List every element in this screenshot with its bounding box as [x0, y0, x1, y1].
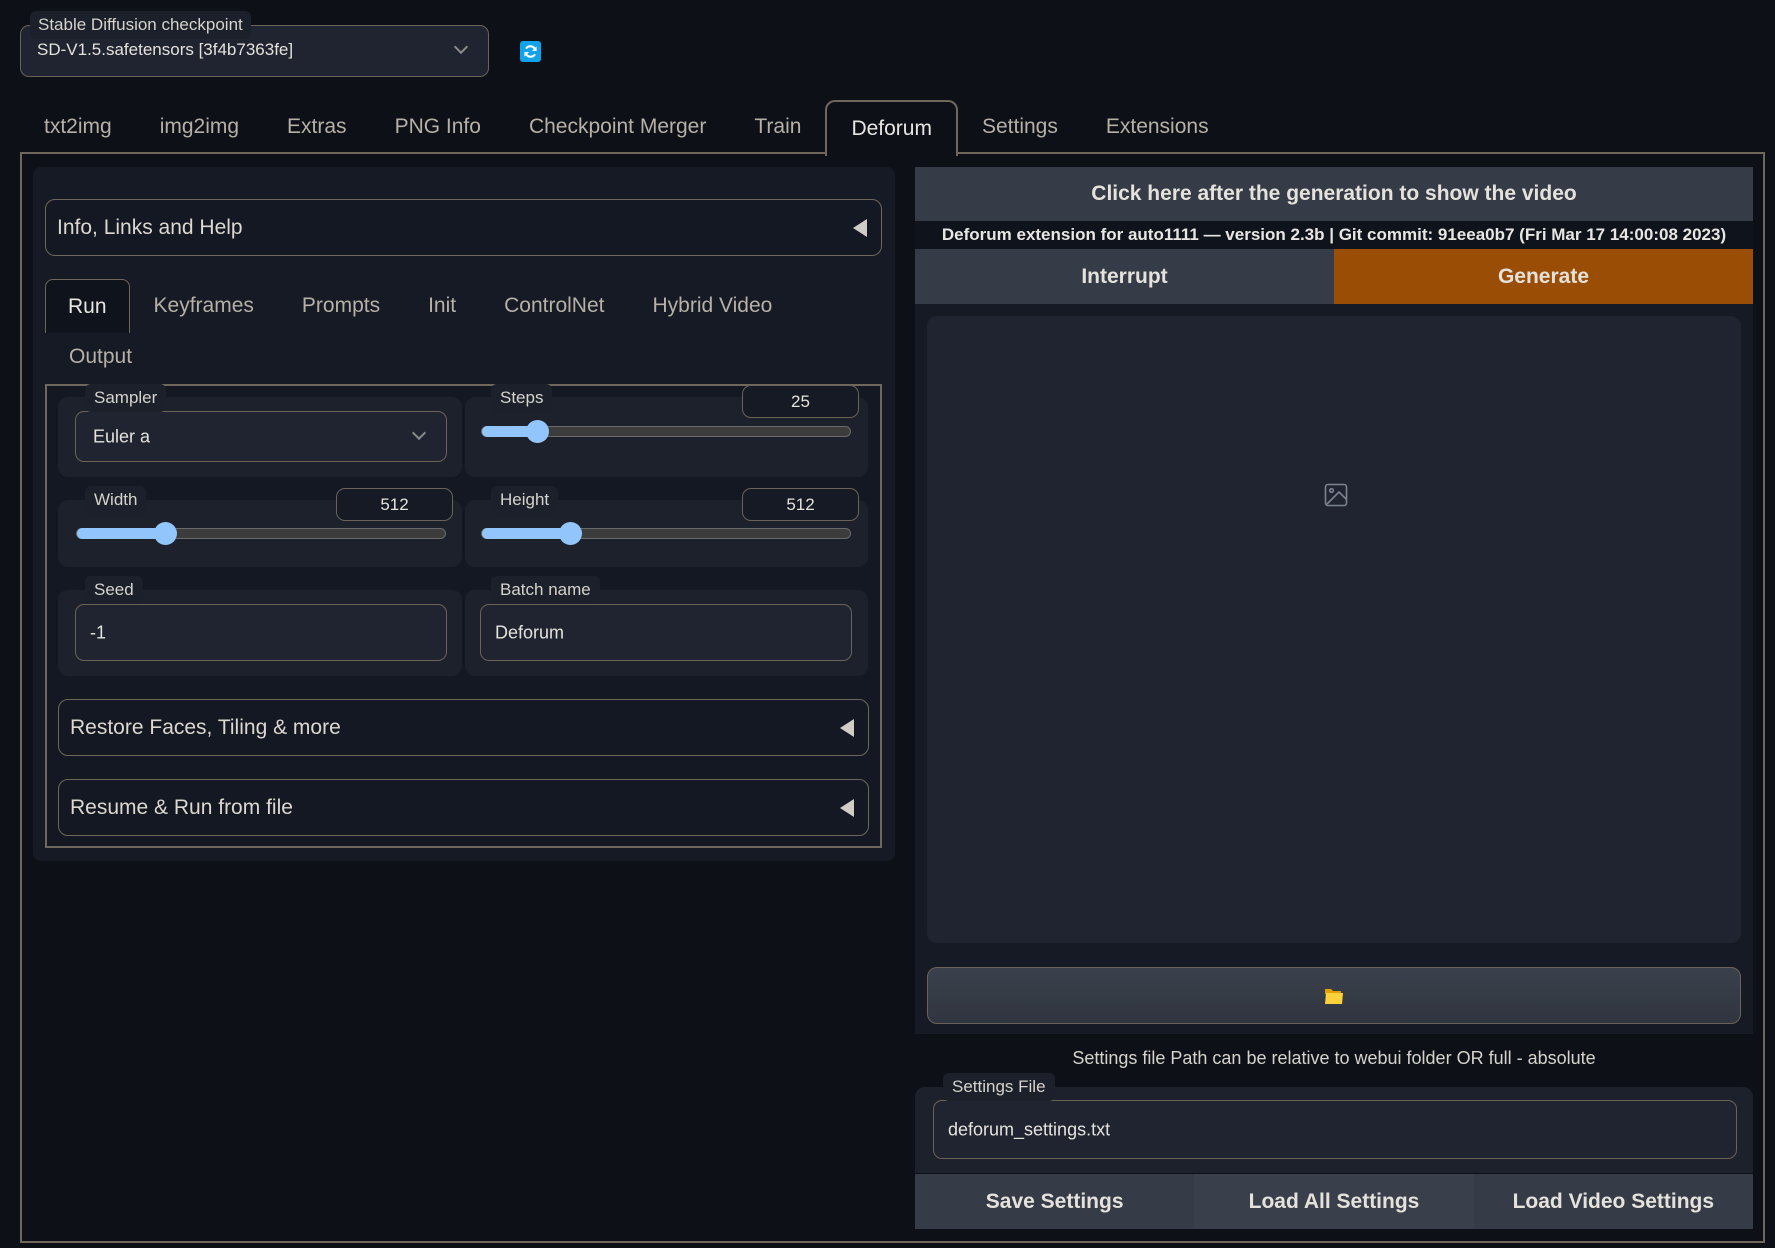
load-video-settings-button[interactable]: Load Video Settings: [1473, 1174, 1753, 1229]
collapse-triangle-icon: [853, 218, 867, 237]
accordion-label: Info, Links and Help: [57, 215, 243, 239]
tab-png-info[interactable]: PNG Info: [371, 100, 505, 154]
subtab-init[interactable]: Init: [404, 279, 480, 333]
action-buttons: Interrupt Generate: [915, 249, 1753, 304]
refresh-button[interactable]: [520, 41, 541, 62]
open-folder-button[interactable]: [927, 967, 1741, 1024]
tab-deforum[interactable]: Deforum: [825, 100, 958, 156]
subtab-keyframes[interactable]: Keyframes: [130, 279, 278, 333]
chevron-down-icon: [453, 39, 469, 55]
width-slider-fill: [77, 528, 166, 539]
info-links-help-accordion[interactable]: Info, Links and Help: [45, 199, 882, 256]
resume-run-accordion[interactable]: Resume & Run from file: [58, 779, 869, 836]
tab-txt2img[interactable]: txt2img: [20, 100, 136, 154]
checkpoint-value: SD-V1.5.safetensors [3f4b7363fe]: [37, 40, 294, 59]
image-icon: [1324, 483, 1348, 507]
steps-label: Steps: [491, 384, 553, 412]
load-all-settings-button[interactable]: Load All Settings: [1194, 1174, 1474, 1229]
show-video-button[interactable]: Click here after the generation to show …: [915, 167, 1753, 221]
interrupt-button[interactable]: Interrupt: [915, 249, 1334, 304]
tab-train[interactable]: Train: [730, 100, 825, 154]
output-image-area[interactable]: [927, 316, 1741, 943]
main-tabs: txt2img img2img Extras PNG Info Checkpoi…: [20, 100, 1233, 156]
batch-name-label: Batch name: [491, 576, 600, 604]
steps-number-input[interactable]: 25: [742, 385, 859, 418]
version-info: Deforum extension for auto1111 — version…: [915, 221, 1753, 249]
settings-buttons: Save Settings Load All Settings Load Vid…: [915, 1174, 1753, 1229]
settings-file-label: Settings File: [943, 1073, 1055, 1101]
subtab-output[interactable]: Output: [45, 333, 156, 381]
seed-label: Seed: [85, 576, 143, 604]
collapse-triangle-icon: [840, 718, 854, 737]
refresh-icon: [524, 45, 537, 58]
seed-input[interactable]: -1: [75, 604, 447, 661]
sampler-label: Sampler: [85, 384, 167, 412]
height-slider-fill: [482, 528, 571, 539]
subtab-run[interactable]: Run: [45, 279, 130, 333]
chevron-down-icon: [411, 425, 427, 441]
width-slider[interactable]: [76, 522, 446, 545]
accordion-label: Resume & Run from file: [70, 795, 293, 819]
tab-img2img[interactable]: img2img: [136, 100, 263, 154]
width-label: Width: [85, 486, 147, 514]
settings-file-value: deforum_settings.txt: [948, 1119, 1111, 1139]
tab-extensions[interactable]: Extensions: [1082, 100, 1233, 154]
batch-name-input[interactable]: Deforum: [480, 604, 852, 661]
deforum-subtabs: Run Keyframes Prompts Init ControlNet Hy…: [45, 279, 796, 333]
subtab-prompts[interactable]: Prompts: [278, 279, 404, 333]
sampler-value: Euler a: [93, 426, 151, 446]
height-label: Height: [491, 486, 559, 514]
folder-icon: [1325, 988, 1343, 1004]
subtab-controlnet[interactable]: ControlNet: [480, 279, 628, 333]
height-number-input[interactable]: 512: [742, 488, 859, 521]
save-settings-button[interactable]: Save Settings: [915, 1174, 1195, 1229]
tab-checkpoint-merger[interactable]: Checkpoint Merger: [505, 100, 730, 154]
tab-extras[interactable]: Extras: [263, 100, 371, 154]
settings-file-input[interactable]: deforum_settings.txt: [933, 1100, 1737, 1159]
seed-value: -1: [90, 622, 107, 642]
restore-faces-accordion[interactable]: Restore Faces, Tiling & more: [58, 699, 869, 756]
height-slider[interactable]: [481, 522, 851, 545]
generate-button[interactable]: Generate: [1334, 249, 1753, 304]
accordion-label: Restore Faces, Tiling & more: [70, 715, 341, 739]
collapse-triangle-icon: [840, 798, 854, 817]
settings-path-hint: Settings file Path can be relative to we…: [1072, 1048, 1596, 1068]
sampler-dropdown[interactable]: Euler a: [75, 411, 447, 462]
subtab-hybrid-video[interactable]: Hybrid Video: [629, 279, 797, 333]
batch-name-value: Deforum: [495, 622, 565, 642]
deforum-subtabs-row2: Output: [45, 333, 156, 381]
width-number-input[interactable]: 512: [336, 488, 453, 521]
tab-settings[interactable]: Settings: [958, 100, 1082, 154]
steps-slider[interactable]: [481, 420, 851, 443]
checkpoint-label: Stable Diffusion checkpoint: [30, 11, 251, 39]
